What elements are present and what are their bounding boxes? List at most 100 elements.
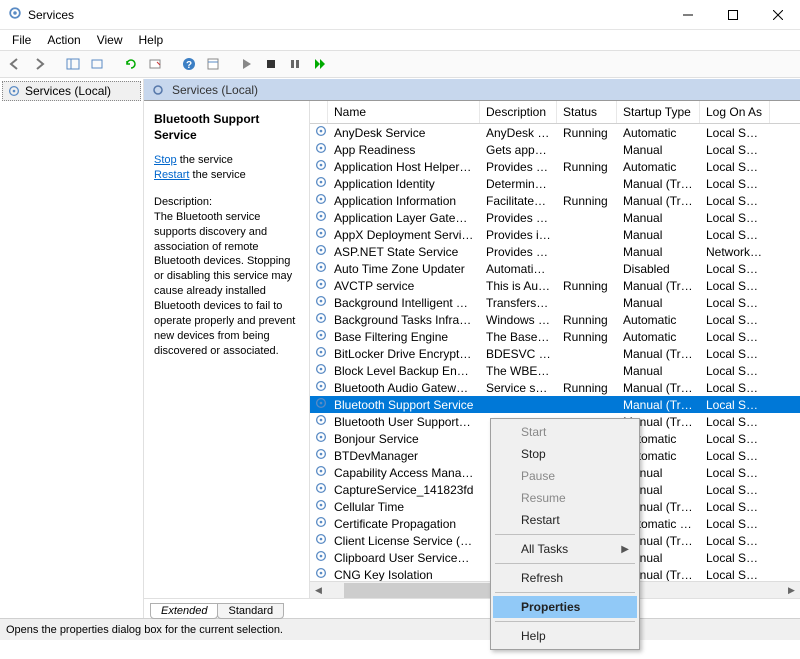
maximize-button[interactable]: [710, 0, 755, 30]
status-text: Opens the properties dialog box for the …: [6, 624, 283, 636]
service-row[interactable]: AppX Deployment Service (A...Provides in…: [310, 226, 800, 243]
cell-name: Application Host Helper Serv...: [328, 160, 480, 174]
cell-startup: Manual: [617, 211, 700, 225]
refresh-button[interactable]: [120, 53, 142, 75]
service-row[interactable]: AnyDesk ServiceAnyDesk su...RunningAutom…: [310, 124, 800, 141]
restart-service-button[interactable]: [308, 53, 330, 75]
service-row[interactable]: Background Intelligent Tran...Transfers …: [310, 294, 800, 311]
col-startup[interactable]: Startup Type: [617, 101, 700, 123]
menu-help[interactable]: Help: [131, 31, 172, 49]
tab-standard[interactable]: Standard: [217, 603, 284, 619]
service-row[interactable]: Block Level Backup Engine S...The WBENGI…: [310, 362, 800, 379]
ctx-help[interactable]: Help: [493, 625, 637, 647]
service-row[interactable]: Base Filtering EngineThe Base Filt...Run…: [310, 328, 800, 345]
cell-name: Capability Access Manager S...: [328, 466, 480, 480]
cell-startup: Manual (Trigg...: [617, 194, 700, 208]
stop-link[interactable]: Stop: [154, 154, 177, 166]
gear-icon: [310, 498, 328, 515]
cell-desc: Determines ...: [480, 177, 557, 191]
ctx-restart[interactable]: Restart: [493, 509, 637, 531]
cell-name: Application Layer Gateway S...: [328, 211, 480, 225]
cell-name: AppX Deployment Service (A...: [328, 228, 480, 242]
close-button[interactable]: [755, 0, 800, 30]
cell-name: CNG Key Isolation: [328, 568, 480, 582]
cell-logon: Local Servic: [700, 398, 770, 412]
service-row[interactable]: Auto Time Zone UpdaterAutomaticall...Dis…: [310, 260, 800, 277]
cell-logon: Local Syster: [700, 517, 770, 531]
gear-icon: [310, 226, 328, 243]
service-row[interactable]: Bluetooth Support ServiceManual (Trigg..…: [310, 396, 800, 413]
menu-action[interactable]: Action: [39, 31, 88, 49]
minimize-button[interactable]: [665, 0, 710, 30]
cell-status: Running: [557, 160, 617, 174]
properties-button[interactable]: [202, 53, 224, 75]
cell-name: App Readiness: [328, 143, 480, 157]
toolbar: ?: [0, 50, 800, 78]
cell-startup: Manual (Trigg...: [617, 279, 700, 293]
service-row[interactable]: ASP.NET State ServiceProvides sup...Manu…: [310, 243, 800, 260]
service-row[interactable]: BitLocker Drive Encryption S...BDESVC ho…: [310, 345, 800, 362]
forward-button[interactable]: [28, 53, 50, 75]
service-row[interactable]: Bluetooth Audio Gateway Se...Service sup…: [310, 379, 800, 396]
main-body: Services (Local) Services (Local) Blueto…: [0, 78, 800, 618]
cell-logon: Local Servic: [700, 381, 770, 395]
ctx-stop[interactable]: Stop: [493, 443, 637, 465]
cell-logon: Local Syster: [700, 194, 770, 208]
pane-header: Services (Local): [144, 79, 800, 101]
tree-root-label: Services (Local): [25, 84, 111, 98]
cell-startup: Manual (Trigg...: [617, 347, 700, 361]
cell-status: Running: [557, 279, 617, 293]
ctx-resume[interactable]: Resume: [493, 487, 637, 509]
gear-icon: [310, 294, 328, 311]
service-row[interactable]: App ReadinessGets apps re...ManualLocal …: [310, 141, 800, 158]
cell-startup: Automatic: [617, 313, 700, 327]
chevron-right-icon: ▶: [621, 544, 629, 555]
cell-desc: Transfers file...: [480, 296, 557, 310]
cell-logon: Local Syster: [700, 534, 770, 548]
gear-icon: [310, 124, 328, 141]
ctx-pause[interactable]: Pause: [493, 465, 637, 487]
help-button[interactable]: ?: [178, 53, 200, 75]
service-row[interactable]: AVCTP serviceThis is Audio...RunningManu…: [310, 277, 800, 294]
start-service-button[interactable]: [236, 53, 258, 75]
service-row[interactable]: Application InformationFacilitates th...…: [310, 192, 800, 209]
tab-extended[interactable]: Extended: [150, 603, 218, 619]
cell-desc: This is Audio...: [480, 279, 557, 293]
ctx-start[interactable]: Start: [493, 421, 637, 443]
restart-link[interactable]: Restart: [154, 169, 189, 181]
service-row[interactable]: Application Host Helper Serv...Provides …: [310, 158, 800, 175]
col-logon[interactable]: Log On As: [700, 101, 770, 123]
pane-header-label: Services (Local): [172, 83, 258, 97]
service-row[interactable]: Application IdentityDetermines ...Manual…: [310, 175, 800, 192]
col-status[interactable]: Status: [557, 101, 617, 123]
gear-icon: [310, 447, 328, 464]
tree-root[interactable]: Services (Local): [2, 81, 141, 101]
stop-service-button[interactable]: [260, 53, 282, 75]
gear-icon: [310, 141, 328, 158]
col-description[interactable]: Description: [480, 101, 557, 123]
export-button[interactable]: [86, 53, 108, 75]
col-name[interactable]: Name: [328, 101, 480, 123]
cell-status: Running: [557, 126, 617, 140]
menu-view[interactable]: View: [89, 31, 131, 49]
ctx-alltasks[interactable]: All Tasks▶: [493, 538, 637, 560]
cell-logon: Local Syster: [700, 483, 770, 497]
cell-name: Background Intelligent Tran...: [328, 296, 480, 310]
gear-icon: [310, 515, 328, 532]
show-hide-tree-button[interactable]: [62, 53, 84, 75]
service-row[interactable]: Background Tasks Infrastruc...Windows in…: [310, 311, 800, 328]
cell-logon: Local Syster: [700, 143, 770, 157]
pause-service-button[interactable]: [284, 53, 306, 75]
gear-icon: [310, 430, 328, 447]
gear-icon: [310, 328, 328, 345]
menu-file[interactable]: File: [4, 31, 39, 49]
cell-logon: Local Syster: [700, 228, 770, 242]
service-row[interactable]: Application Layer Gateway S...Provides s…: [310, 209, 800, 226]
ctx-properties[interactable]: Properties: [493, 596, 637, 618]
cell-desc: Provides sup...: [480, 245, 557, 259]
export-list-button[interactable]: [144, 53, 166, 75]
description-label: Description:: [154, 195, 301, 210]
ctx-refresh[interactable]: Refresh: [493, 567, 637, 589]
back-button[interactable]: [4, 53, 26, 75]
cell-logon: Network Se: [700, 245, 770, 259]
